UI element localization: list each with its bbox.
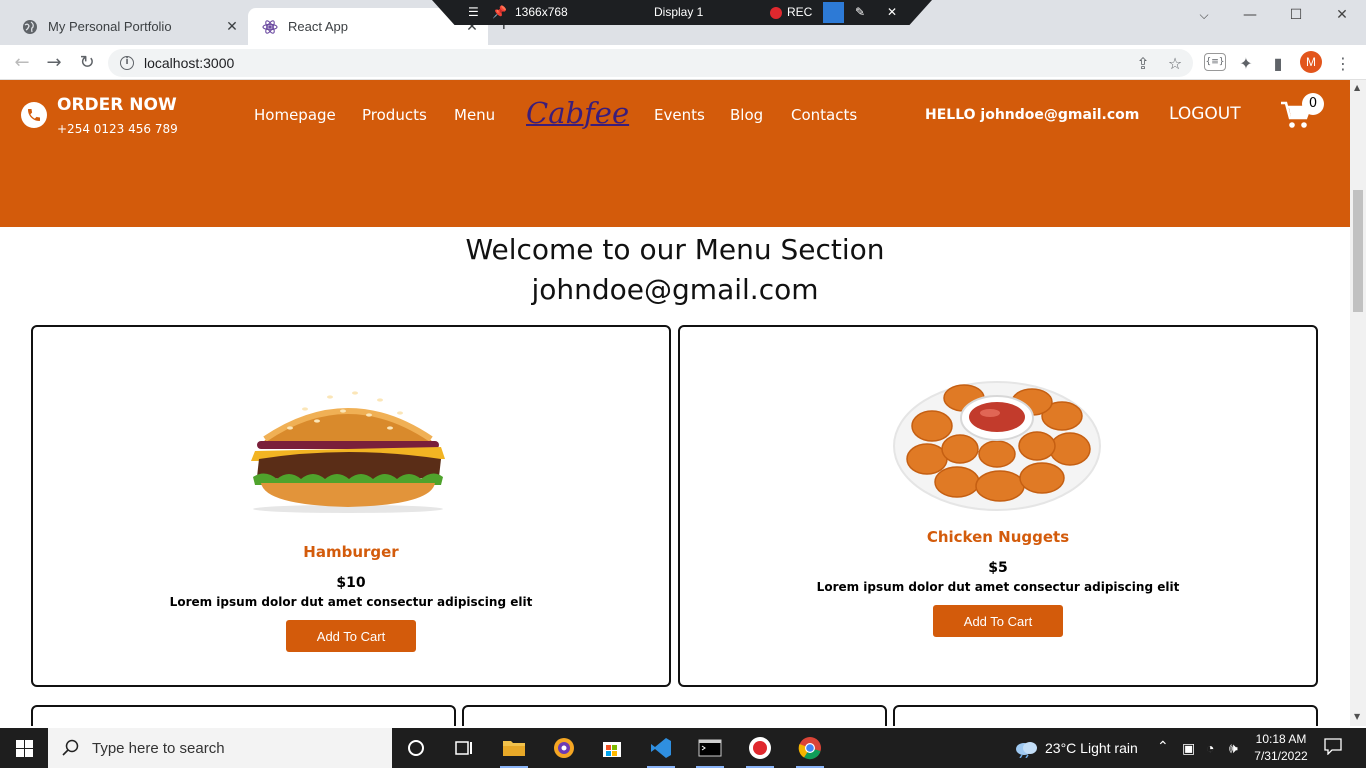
logout-button[interactable]: LOGOUT [1169, 104, 1241, 124]
meet-now-icon[interactable]: ▣ [1182, 740, 1195, 757]
windows-logo-icon [15, 739, 33, 757]
media-player-icon[interactable] [548, 732, 580, 764]
globe-icon [22, 19, 38, 35]
scroll-down-arrow-icon[interactable]: ▼ [1354, 712, 1360, 721]
network-icon[interactable]: ◔ [1206, 740, 1214, 756]
tab-title: React App [288, 19, 348, 34]
more-menu-icon[interactable]: ⋮ [1333, 53, 1353, 73]
menu-card [31, 705, 456, 726]
chicken-nuggets-image [892, 374, 1102, 516]
weather-text[interactable]: 23°C Light rain [1045, 740, 1138, 756]
add-to-cart-button[interactable]: Add To Cart [933, 605, 1063, 637]
search-placeholder: Type here to search [92, 739, 225, 757]
hamburger-image [245, 373, 451, 519]
menu-card [893, 705, 1318, 726]
close-window-button[interactable]: ✕ [1319, 0, 1365, 30]
scrollbar-thumb[interactable] [1353, 190, 1363, 312]
terminal-icon[interactable] [694, 732, 726, 768]
site-info-icon[interactable]: i [120, 56, 134, 70]
cart-count-badge: 0 [1302, 93, 1324, 115]
tab-search-icon[interactable]: ⌵ [1181, 0, 1227, 30]
pencil-icon[interactable]: ✎ [855, 5, 865, 19]
taskbar-search-box[interactable]: Type here to search [48, 728, 392, 768]
menu-icon[interactable]: ☰ [468, 5, 479, 19]
system-clock[interactable]: 10:18 AM 7/31/2022 [1248, 731, 1314, 765]
welcome-title: Welcome to our Menu Section [465, 233, 885, 266]
profile-avatar[interactable]: M [1300, 51, 1322, 73]
windows-start-button[interactable] [0, 728, 48, 768]
item-description: Lorem ipsum dolor dut amet consectur adi… [816, 580, 1180, 594]
browser-tabstrip: My Personal Portfolio ✕ React App ✕ + ☰ … [0, 0, 1366, 45]
cortana-icon[interactable] [400, 732, 432, 764]
welcome-user-email: johndoe@gmail.com [531, 273, 819, 306]
url-input[interactable] [144, 55, 444, 71]
windows-taskbar: Type here to search 23°C Light rain ⌃ ▣ … [0, 728, 1366, 768]
item-description: Lorem ipsum dolor dut amet consectur adi… [169, 595, 533, 609]
hello-user-text: HELLO johndoe@gmail.com [925, 107, 1140, 123]
rec-label[interactable]: REC [787, 5, 812, 19]
menu-card [462, 705, 887, 726]
phone-icon [21, 102, 47, 128]
notifications-icon[interactable] [1324, 737, 1342, 758]
order-now-title: ORDER NOW [57, 95, 177, 115]
item-price: $10 [336, 575, 366, 591]
screen-recorder-app-icon[interactable] [744, 732, 776, 768]
weather-cloud-icon[interactable] [1014, 738, 1038, 761]
site-logo[interactable]: Cabfee [526, 96, 629, 130]
close-recorder-icon[interactable]: ✕ [887, 5, 897, 19]
share-icon[interactable]: ⇪ [1133, 53, 1153, 73]
recorder-resolution: 1366x768 [515, 5, 568, 19]
close-tab-icon[interactable]: ✕ [222, 18, 242, 35]
reload-button[interactable]: ↻ [75, 50, 99, 74]
forward-button[interactable]: → [42, 50, 66, 74]
vscode-icon[interactable] [645, 732, 677, 768]
extensions-puzzle-icon[interactable]: ✦ [1236, 53, 1256, 73]
react-icon [262, 19, 278, 35]
maximize-button[interactable]: ☐ [1273, 0, 1319, 30]
nav-events[interactable]: Events [654, 106, 705, 124]
minimize-button[interactable]: — [1227, 0, 1273, 30]
scroll-up-arrow-icon[interactable]: ▲ [1354, 83, 1360, 92]
record-dot-icon [770, 7, 782, 19]
bookmark-star-icon[interactable]: ☆ [1165, 53, 1185, 73]
side-panel-icon[interactable]: ▮ [1268, 53, 1288, 73]
add-to-cart-button[interactable]: Add To Cart [286, 620, 416, 652]
item-name: Chicken Nuggets [926, 528, 1070, 546]
order-phone-number: +254 0123 456 789 [57, 122, 178, 136]
chrome-icon[interactable] [794, 732, 826, 768]
screen-recorder-bar: ☰ 📌 1366x768 Display 1 REC ✎ ✕ [432, 0, 932, 25]
item-price: $5 [988, 560, 1008, 576]
clock-date: 7/31/2022 [1254, 749, 1308, 763]
nav-menu[interactable]: Menu [454, 106, 495, 124]
volume-icon[interactable]: 🕪 [1229, 740, 1238, 757]
item-name: Hamburger [303, 543, 399, 561]
tray-overflow-chevron-icon[interactable]: ⌃ [1157, 738, 1169, 755]
search-icon [62, 739, 79, 756]
tab-portfolio[interactable]: My Personal Portfolio ✕ [8, 8, 248, 45]
page-scrollbar[interactable]: ▲ ▼ [1350, 80, 1366, 726]
camera-icon[interactable] [823, 2, 844, 23]
json-extension-icon[interactable]: {≡} [1204, 53, 1226, 71]
nav-blog[interactable]: Blog [730, 106, 763, 124]
menu-card-hamburger: Hamburger $10 Lorem ipsum dolor dut amet… [31, 325, 671, 687]
nav-products[interactable]: Products [362, 106, 427, 124]
file-explorer-icon[interactable] [498, 732, 530, 768]
page-viewport: ORDER NOW +254 0123 456 789 Homepage Pro… [0, 80, 1350, 726]
pin-icon[interactable]: 📌 [492, 5, 507, 19]
site-header: ORDER NOW +254 0123 456 789 Homepage Pro… [0, 80, 1350, 227]
nav-homepage[interactable]: Homepage [254, 106, 336, 124]
clock-time: 10:18 AM [1255, 732, 1307, 746]
task-view-icon[interactable] [448, 732, 480, 764]
nav-contacts[interactable]: Contacts [791, 106, 857, 124]
back-button[interactable]: ← [10, 50, 34, 74]
tab-title: My Personal Portfolio [48, 19, 172, 34]
menu-card-chicken-nuggets: Chicken Nuggets $5 Lorem ipsum dolor dut… [678, 325, 1318, 687]
address-bar[interactable]: i [108, 49, 1193, 77]
menu-section-heading: Welcome to our Menu Section johndoe@gmai… [0, 230, 1350, 310]
microsoft-store-icon[interactable] [596, 732, 628, 764]
recorder-display[interactable]: Display 1 [654, 5, 703, 19]
browser-toolbar: ← → ↻ i ⇪ ☆ {≡} ✦ ▮ ⋮ [0, 45, 1366, 80]
